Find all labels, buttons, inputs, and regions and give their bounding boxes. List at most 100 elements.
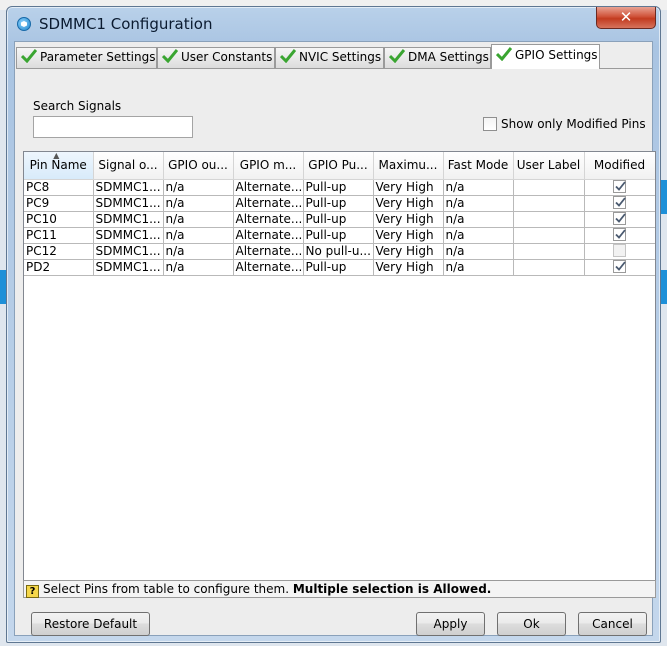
restore-default-button[interactable]: Restore Default — [31, 612, 150, 636]
cell-gpio-mode[interactable]: Alternate... — [233, 227, 304, 244]
column-header-modified[interactable]: Modified — [584, 152, 655, 180]
cell-pin-name[interactable]: PC10 — [24, 211, 94, 228]
table-row[interactable]: PC9 SDMMC1... n/a Alternate... Pull-up Very H… — [24, 195, 655, 212]
cell-signal[interactable]: SDMMC1... — [93, 227, 164, 244]
table-row[interactable]: PD2 SDMMC1... n/a Alternate... Pull-up Very H… — [24, 259, 655, 276]
search-input[interactable] — [33, 116, 193, 138]
check-icon — [162, 49, 178, 63]
cell-modified — [584, 243, 655, 260]
cell-user-label[interactable] — [513, 179, 585, 196]
tab-gpio-settings[interactable]: GPIO Settings — [491, 44, 600, 69]
apply-button[interactable]: Apply — [416, 612, 485, 636]
checkbox-box[interactable] — [483, 117, 497, 131]
table-row[interactable]: PC12 SDMMC1... n/a Alternate... No pull-u...… — [24, 243, 655, 260]
cell-modified — [584, 227, 655, 244]
cell-gpio-output[interactable]: n/a — [163, 259, 234, 276]
cell-gpio-mode[interactable]: Alternate... — [233, 259, 304, 276]
cell-fast-mode[interactable]: n/a — [443, 179, 514, 196]
tab-label: DMA Settings — [408, 50, 489, 64]
column-header-pin-name[interactable]: ▲ Pin Name — [24, 152, 94, 180]
cell-gpio-output[interactable]: n/a — [163, 227, 234, 244]
dialog-body: Parameter Settings User Constants NVIC S… — [14, 41, 656, 636]
check-icon — [21, 49, 37, 63]
pins-table: ▲ Pin Name Signal o... GPIO ou... GPIO m.… — [23, 151, 656, 581]
cell-gpio-mode[interactable]: Alternate... — [233, 195, 304, 212]
search-label: Search Signals — [33, 99, 122, 113]
cell-max-speed[interactable]: Very High — [373, 243, 444, 260]
cell-signal[interactable]: SDMMC1... — [93, 195, 164, 212]
cell-signal[interactable]: SDMMC1... — [93, 179, 164, 196]
tab-dma-settings[interactable]: DMA Settings — [384, 47, 491, 68]
modified-checked-icon — [613, 259, 626, 273]
show-modified-checkbox[interactable]: Show only Modified Pins — [483, 117, 646, 131]
cell-gpio-pull[interactable]: Pull-up — [303, 211, 374, 228]
cell-modified — [584, 179, 655, 196]
cell-fast-mode[interactable]: n/a — [443, 259, 514, 276]
column-header-gpio-pull[interactable]: GPIO Pu... — [303, 152, 374, 180]
help-icon: ? — [26, 585, 39, 598]
cell-fast-mode[interactable]: n/a — [443, 211, 514, 228]
cell-signal[interactable]: SDMMC1... — [93, 243, 164, 260]
cell-max-speed[interactable]: Very High — [373, 211, 444, 228]
cell-pin-name[interactable]: PC9 — [24, 195, 94, 212]
cell-signal[interactable]: SDMMC1... — [93, 211, 164, 228]
cell-user-label[interactable] — [513, 243, 585, 260]
tab-label: Parameter Settings — [40, 50, 156, 64]
tab-user-constants[interactable]: User Constants — [157, 47, 275, 68]
cell-pin-name[interactable]: PD2 — [24, 259, 94, 276]
column-header-gpio-mode[interactable]: GPIO m... — [233, 152, 304, 180]
table-row[interactable]: PC11 SDMMC1... n/a Alternate... Pull-up Very … — [24, 227, 655, 244]
cell-fast-mode[interactable]: n/a — [443, 195, 514, 212]
tab-nvic-settings[interactable]: NVIC Settings — [275, 47, 384, 68]
column-header-gpio-output[interactable]: GPIO ou... — [163, 152, 234, 180]
cell-pin-name[interactable]: PC12 — [24, 243, 94, 260]
cell-max-speed[interactable]: Very High — [373, 227, 444, 244]
cell-gpio-mode[interactable]: Alternate... — [233, 211, 304, 228]
cell-gpio-pull[interactable]: Pull-up — [303, 259, 374, 276]
cell-user-label[interactable] — [513, 227, 585, 244]
tab-parameter-settings[interactable]: Parameter Settings — [16, 47, 157, 68]
tab-label: GPIO Settings — [515, 48, 598, 62]
cell-gpio-mode[interactable]: Alternate... — [233, 179, 304, 196]
tab-label: NVIC Settings — [299, 50, 382, 64]
check-icon — [280, 49, 296, 63]
title-bar[interactable]: SDMMC1 Configuration ✕ — [7, 7, 660, 41]
cell-user-label[interactable] — [513, 195, 585, 212]
cell-modified — [584, 259, 655, 276]
close-button[interactable]: ✕ — [596, 7, 656, 29]
modified-checked-icon — [613, 211, 626, 225]
column-header-fast-mode[interactable]: Fast Mode — [443, 152, 514, 180]
ok-button[interactable]: Ok — [497, 612, 566, 636]
column-header-max-speed[interactable]: Maximu... — [373, 152, 444, 180]
cell-pin-name[interactable]: PC11 — [24, 227, 94, 244]
cell-gpio-pull[interactable]: Pull-up — [303, 195, 374, 212]
cell-max-speed[interactable]: Very High — [373, 179, 444, 196]
cell-gpio-pull[interactable]: No pull-u... — [303, 243, 374, 260]
cancel-button[interactable]: Cancel — [578, 612, 647, 636]
table-row[interactable]: PC10 SDMMC1... n/a Alternate... Pull-up Very … — [24, 211, 655, 228]
cell-max-speed[interactable]: Very High — [373, 195, 444, 212]
cell-pin-name[interactable]: PC8 — [24, 179, 94, 196]
column-header-signal[interactable]: Signal o... — [93, 152, 164, 180]
sort-ascending-icon: ▲ — [53, 152, 60, 160]
cell-user-label[interactable] — [513, 211, 585, 228]
cell-fast-mode[interactable]: n/a — [443, 227, 514, 244]
cell-user-label[interactable] — [513, 259, 585, 276]
cell-signal[interactable]: SDMMC1... — [93, 259, 164, 276]
cell-gpio-output[interactable]: n/a — [163, 211, 234, 228]
cell-gpio-mode[interactable]: Alternate... — [233, 243, 304, 260]
cell-gpio-pull[interactable]: Pull-up — [303, 179, 374, 196]
cell-gpio-output[interactable]: n/a — [163, 179, 234, 196]
cell-gpio-output[interactable]: n/a — [163, 243, 234, 260]
table-row[interactable]: PC8 SDMMC1... n/a Alternate... Pull-up Very H… — [24, 179, 655, 196]
modified-unchecked-icon — [613, 243, 626, 257]
hint-bold-text: Multiple selection is Allowed. — [292, 582, 492, 596]
cell-max-speed[interactable]: Very High — [373, 259, 444, 276]
cell-gpio-output[interactable]: n/a — [163, 195, 234, 212]
table-header-row: ▲ Pin Name Signal o... GPIO ou... GPIO m.… — [24, 152, 655, 180]
cell-modified — [584, 195, 655, 212]
cell-gpio-pull[interactable]: Pull-up — [303, 227, 374, 244]
cell-fast-mode[interactable]: n/a — [443, 243, 514, 260]
column-header-user-label[interactable]: User Label — [513, 152, 585, 180]
app-icon — [17, 17, 31, 31]
